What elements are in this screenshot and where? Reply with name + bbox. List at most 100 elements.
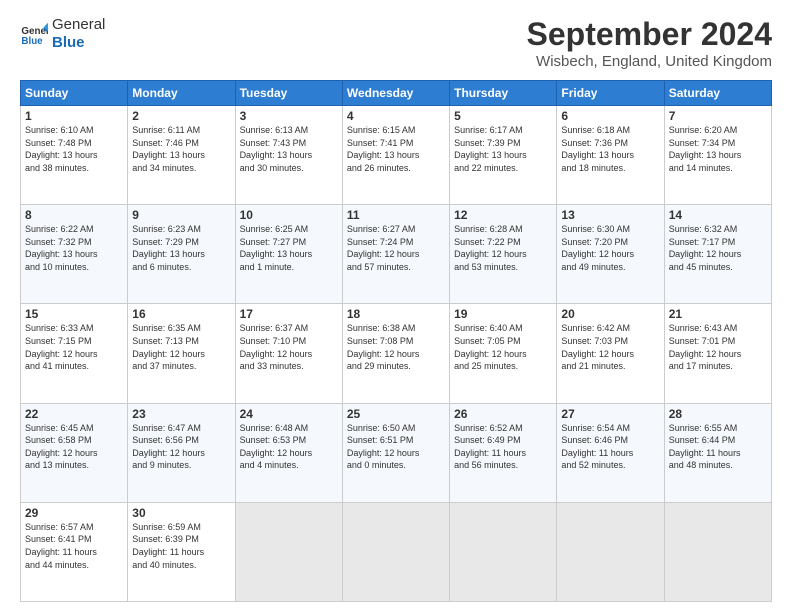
day-info: Sunrise: 6:28 AM Sunset: 7:22 PM Dayligh… (454, 223, 552, 273)
table-row: 3Sunrise: 6:13 AM Sunset: 7:43 PM Daylig… (235, 106, 342, 205)
logo-blue: Blue (52, 34, 105, 52)
day-number: 8 (25, 208, 123, 222)
table-row: 17Sunrise: 6:37 AM Sunset: 7:10 PM Dayli… (235, 304, 342, 403)
table-row: 9Sunrise: 6:23 AM Sunset: 7:29 PM Daylig… (128, 205, 235, 304)
day-info: Sunrise: 6:17 AM Sunset: 7:39 PM Dayligh… (454, 124, 552, 174)
table-row (450, 502, 557, 601)
table-row: 10Sunrise: 6:25 AM Sunset: 7:27 PM Dayli… (235, 205, 342, 304)
day-number: 26 (454, 407, 552, 421)
calendar-header-row: Sunday Monday Tuesday Wednesday Thursday… (21, 81, 772, 106)
header: General Blue General Blue September 2024… (20, 16, 772, 70)
day-number: 10 (240, 208, 338, 222)
day-number: 25 (347, 407, 445, 421)
table-row: 25Sunrise: 6:50 AM Sunset: 6:51 PM Dayli… (342, 403, 449, 502)
page: General Blue General Blue September 2024… (0, 0, 792, 612)
table-row (557, 502, 664, 601)
day-number: 1 (25, 109, 123, 123)
calendar-week-row: 8Sunrise: 6:22 AM Sunset: 7:32 PM Daylig… (21, 205, 772, 304)
day-info: Sunrise: 6:48 AM Sunset: 6:53 PM Dayligh… (240, 422, 338, 472)
day-info: Sunrise: 6:47 AM Sunset: 6:56 PM Dayligh… (132, 422, 230, 472)
day-info: Sunrise: 6:23 AM Sunset: 7:29 PM Dayligh… (132, 223, 230, 273)
day-info: Sunrise: 6:30 AM Sunset: 7:20 PM Dayligh… (561, 223, 659, 273)
day-number: 27 (561, 407, 659, 421)
day-info: Sunrise: 6:59 AM Sunset: 6:39 PM Dayligh… (132, 521, 230, 571)
logo-icon: General Blue (20, 20, 48, 48)
day-info: Sunrise: 6:52 AM Sunset: 6:49 PM Dayligh… (454, 422, 552, 472)
day-info: Sunrise: 6:50 AM Sunset: 6:51 PM Dayligh… (347, 422, 445, 472)
day-number: 5 (454, 109, 552, 123)
table-row: 27Sunrise: 6:54 AM Sunset: 6:46 PM Dayli… (557, 403, 664, 502)
day-number: 20 (561, 307, 659, 321)
day-info: Sunrise: 6:42 AM Sunset: 7:03 PM Dayligh… (561, 322, 659, 372)
day-number: 21 (669, 307, 767, 321)
day-number: 7 (669, 109, 767, 123)
day-info: Sunrise: 6:15 AM Sunset: 7:41 PM Dayligh… (347, 124, 445, 174)
title-block: September 2024 Wisbech, England, United … (527, 16, 772, 70)
calendar-subtitle: Wisbech, England, United Kingdom (527, 53, 772, 70)
day-info: Sunrise: 6:55 AM Sunset: 6:44 PM Dayligh… (669, 422, 767, 472)
table-row: 4Sunrise: 6:15 AM Sunset: 7:41 PM Daylig… (342, 106, 449, 205)
day-info: Sunrise: 6:13 AM Sunset: 7:43 PM Dayligh… (240, 124, 338, 174)
day-info: Sunrise: 6:38 AM Sunset: 7:08 PM Dayligh… (347, 322, 445, 372)
table-row: 24Sunrise: 6:48 AM Sunset: 6:53 PM Dayli… (235, 403, 342, 502)
day-info: Sunrise: 6:22 AM Sunset: 7:32 PM Dayligh… (25, 223, 123, 273)
logo: General Blue General Blue (20, 16, 105, 52)
table-row: 11Sunrise: 6:27 AM Sunset: 7:24 PM Dayli… (342, 205, 449, 304)
table-row: 5Sunrise: 6:17 AM Sunset: 7:39 PM Daylig… (450, 106, 557, 205)
day-number: 23 (132, 407, 230, 421)
table-row: 23Sunrise: 6:47 AM Sunset: 6:56 PM Dayli… (128, 403, 235, 502)
day-number: 18 (347, 307, 445, 321)
col-saturday: Saturday (664, 81, 771, 106)
col-monday: Monday (128, 81, 235, 106)
calendar-table: Sunday Monday Tuesday Wednesday Thursday… (20, 80, 772, 602)
day-number: 2 (132, 109, 230, 123)
table-row (664, 502, 771, 601)
table-row: 30Sunrise: 6:59 AM Sunset: 6:39 PM Dayli… (128, 502, 235, 601)
day-number: 29 (25, 506, 123, 520)
table-row: 12Sunrise: 6:28 AM Sunset: 7:22 PM Dayli… (450, 205, 557, 304)
day-info: Sunrise: 6:25 AM Sunset: 7:27 PM Dayligh… (240, 223, 338, 273)
day-number: 3 (240, 109, 338, 123)
day-number: 9 (132, 208, 230, 222)
day-number: 28 (669, 407, 767, 421)
logo-general: General (52, 16, 105, 34)
col-thursday: Thursday (450, 81, 557, 106)
day-number: 11 (347, 208, 445, 222)
day-number: 16 (132, 307, 230, 321)
table-row: 20Sunrise: 6:42 AM Sunset: 7:03 PM Dayli… (557, 304, 664, 403)
calendar-week-row: 29Sunrise: 6:57 AM Sunset: 6:41 PM Dayli… (21, 502, 772, 601)
table-row: 1Sunrise: 6:10 AM Sunset: 7:48 PM Daylig… (21, 106, 128, 205)
day-info: Sunrise: 6:27 AM Sunset: 7:24 PM Dayligh… (347, 223, 445, 273)
logo-text: General Blue (52, 16, 105, 52)
svg-text:Blue: Blue (21, 36, 43, 47)
day-info: Sunrise: 6:57 AM Sunset: 6:41 PM Dayligh… (25, 521, 123, 571)
day-info: Sunrise: 6:18 AM Sunset: 7:36 PM Dayligh… (561, 124, 659, 174)
table-row: 28Sunrise: 6:55 AM Sunset: 6:44 PM Dayli… (664, 403, 771, 502)
calendar-body: 1Sunrise: 6:10 AM Sunset: 7:48 PM Daylig… (21, 106, 772, 602)
day-number: 13 (561, 208, 659, 222)
table-row (235, 502, 342, 601)
day-number: 6 (561, 109, 659, 123)
table-row (342, 502, 449, 601)
table-row: 8Sunrise: 6:22 AM Sunset: 7:32 PM Daylig… (21, 205, 128, 304)
col-friday: Friday (557, 81, 664, 106)
day-number: 12 (454, 208, 552, 222)
col-sunday: Sunday (21, 81, 128, 106)
day-info: Sunrise: 6:32 AM Sunset: 7:17 PM Dayligh… (669, 223, 767, 273)
day-info: Sunrise: 6:10 AM Sunset: 7:48 PM Dayligh… (25, 124, 123, 174)
calendar-week-row: 15Sunrise: 6:33 AM Sunset: 7:15 PM Dayli… (21, 304, 772, 403)
table-row: 15Sunrise: 6:33 AM Sunset: 7:15 PM Dayli… (21, 304, 128, 403)
day-number: 24 (240, 407, 338, 421)
day-number: 30 (132, 506, 230, 520)
calendar-week-row: 1Sunrise: 6:10 AM Sunset: 7:48 PM Daylig… (21, 106, 772, 205)
calendar-week-row: 22Sunrise: 6:45 AM Sunset: 6:58 PM Dayli… (21, 403, 772, 502)
day-number: 22 (25, 407, 123, 421)
table-row: 6Sunrise: 6:18 AM Sunset: 7:36 PM Daylig… (557, 106, 664, 205)
table-row: 18Sunrise: 6:38 AM Sunset: 7:08 PM Dayli… (342, 304, 449, 403)
day-info: Sunrise: 6:54 AM Sunset: 6:46 PM Dayligh… (561, 422, 659, 472)
day-info: Sunrise: 6:43 AM Sunset: 7:01 PM Dayligh… (669, 322, 767, 372)
col-tuesday: Tuesday (235, 81, 342, 106)
day-info: Sunrise: 6:11 AM Sunset: 7:46 PM Dayligh… (132, 124, 230, 174)
table-row: 13Sunrise: 6:30 AM Sunset: 7:20 PM Dayli… (557, 205, 664, 304)
day-info: Sunrise: 6:40 AM Sunset: 7:05 PM Dayligh… (454, 322, 552, 372)
